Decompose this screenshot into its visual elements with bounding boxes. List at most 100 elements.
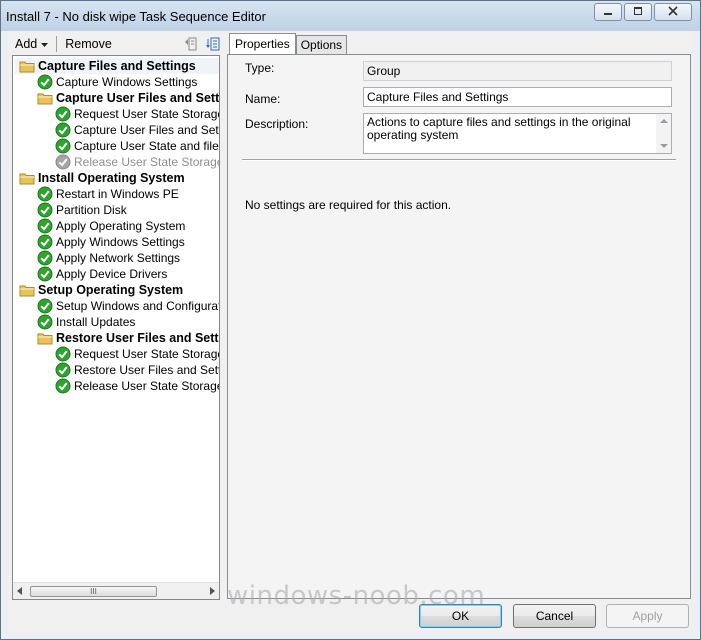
tree-item-label: Capture Files and Settings [38,59,196,73]
tree-item-label: Apply Network Settings [56,251,181,265]
tab-properties[interactable]: Properties [229,33,296,55]
tree-item[interactable]: Request User State Storage [15,106,219,122]
tree-item[interactable]: Request User State Storage [15,346,219,362]
tree-item[interactable]: Apply Operating System [15,218,219,234]
check-icon [55,346,71,362]
name-value: Capture Files and Settings [367,90,509,104]
tab-options[interactable]: Options [295,35,348,55]
tree-item[interactable]: Restore User Files and Settings [15,330,219,346]
check-icon [37,266,53,282]
folder-icon [19,282,35,298]
description-scrollbar[interactable] [656,114,671,153]
caption-buttons [592,3,692,21]
toolbar-separator [56,36,58,52]
sequence-toolbar: Add Remove [9,33,221,55]
tree-item-label: Capture User State and files in [74,139,219,153]
tree-item[interactable]: Release User State Storage [15,154,219,170]
check-icon [37,186,53,202]
tree-item[interactable]: Setup Operating System [15,282,219,298]
tree-item[interactable]: Capture User State and files in [15,138,219,154]
check-icon [37,74,53,90]
tree-item-label: Apply Device Drivers [56,267,168,281]
check-icon [55,106,71,122]
cancel-button[interactable]: Cancel [513,604,596,628]
tree-item-label: Release User State Storage [74,155,219,169]
scroll-up-icon[interactable] [660,119,668,123]
check-icon [37,234,53,250]
tree-item-label: Restart in Windows PE [56,187,179,201]
type-label: Type: [245,61,275,75]
tree-item[interactable]: Partition Disk [15,202,219,218]
tree-item[interactable]: Capture User Files and Settings [15,122,219,138]
tree-item-label: Request User State Storage [74,107,219,121]
cancel-label: Cancel [535,609,574,623]
description-label: Description: [245,117,309,131]
tree-item-label: Request User State Storage [74,347,219,361]
description-value: Actions to capture files and settings in… [367,115,631,142]
tree-item[interactable]: Capture Files and Settings [15,58,219,74]
move-down-icon[interactable] [205,36,221,52]
move-up-icon[interactable] [183,36,199,52]
tab-options-label: Options [300,38,343,52]
editor-client-area: Add Remove Capture Files and Settings Cap… [9,31,692,631]
tree-item[interactable]: Install Operating System [15,170,219,186]
tree-item-label: Apply Windows Settings [56,235,185,249]
scroll-down-icon[interactable] [660,144,668,148]
tree-item[interactable]: Capture User Files and Settings [15,90,219,106]
window-title: Install 7 - No disk wipe Task Sequence E… [6,9,266,24]
tree-item-label: Partition Disk [56,203,127,217]
close-button[interactable] [654,3,692,21]
maximize-button[interactable] [624,3,652,21]
ok-button[interactable]: OK [419,604,502,628]
minimize-icon [603,6,613,19]
check-icon [55,138,71,154]
close-icon [668,5,678,19]
description-field[interactable]: Actions to capture files and settings in… [363,113,672,154]
name-field[interactable]: Capture Files and Settings [363,87,672,107]
check-icon [37,250,53,266]
maximize-icon [633,6,643,19]
tab-strip: Properties Options [229,33,348,55]
tree-item-label: Install Updates [56,315,136,329]
remove-label: Remove [65,37,112,51]
check-icon [37,314,53,330]
remove-button[interactable]: Remove [59,37,118,51]
add-label: Add [15,37,38,51]
folder-icon [37,90,53,106]
tree-item[interactable]: Apply Windows Settings [15,234,219,250]
tree-item[interactable]: Apply Network Settings [15,250,219,266]
scroll-left-icon[interactable] [17,587,22,595]
type-field: Group [363,61,672,81]
tab-properties-label: Properties [235,37,290,51]
title-bar[interactable]: Install 7 - No disk wipe Task Sequence E… [1,1,700,31]
tree-item[interactable]: Restore User Files and Settings [15,362,219,378]
task-sequence-editor-window: Install 7 - No disk wipe Task Sequence E… [0,0,701,640]
tree-item[interactable]: Restart in Windows PE [15,186,219,202]
apply-label: Apply [632,609,663,623]
horizontal-scrollbar[interactable]: III [13,582,219,599]
tree-item[interactable]: Setup Windows and Configuration [15,298,219,314]
tree-item[interactable]: Release User State Storage [15,378,219,394]
toolbar-icons [183,36,221,52]
check-disabled-icon [55,154,71,170]
scroll-grip: III [90,587,97,596]
tree-item-label: Restore User Files and Settings [74,363,219,377]
tree-item[interactable]: Capture Windows Settings [15,74,219,90]
tree-item-label: Apply Operating System [56,219,186,233]
scroll-right-icon[interactable] [210,587,215,595]
tree-item[interactable]: Install Updates [15,314,219,330]
tree-item-label: Install Operating System [38,171,185,185]
tree-item-label: Capture User Files and Settings [56,91,219,105]
settings-note: No settings are required for this action… [245,198,452,212]
minimize-button[interactable] [594,3,622,21]
task-sequence-tree[interactable]: Capture Files and Settings Capture Window… [12,55,220,600]
properties-panel: Type: Group Name: Capture Files and Sett… [227,54,691,599]
tree-item[interactable]: Apply Device Drivers [15,266,219,282]
scroll-thumb[interactable]: III [30,586,157,597]
apply-button[interactable]: Apply [606,604,689,628]
tree-item-label: Setup Operating System [38,283,184,297]
check-icon [55,122,71,138]
check-icon [37,202,53,218]
add-menu-button[interactable]: Add [9,37,54,51]
tree-item-label: Release User State Storage [74,379,219,393]
